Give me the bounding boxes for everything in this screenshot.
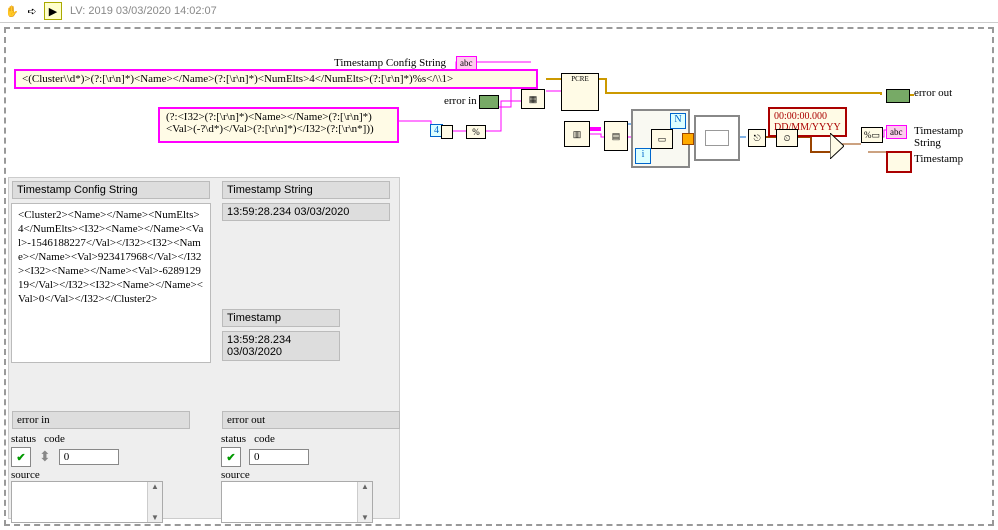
code-value-out: 0 <box>249 449 309 465</box>
loop-n-terminal: N <box>670 113 686 129</box>
ts-string-value: 13:59:28.234 03/03/2020 <box>222 203 390 221</box>
for-loop: N i ▭ <box>631 109 690 168</box>
ts-label: Timestamp <box>914 153 963 165</box>
ts-string-label: Timestamp String <box>914 125 992 149</box>
window-title: LV: 2019 03/03/2020 14:02:07 <box>70 5 217 17</box>
ts-string-panel-title: Timestamp String <box>222 181 390 199</box>
error-out-terminal-icon[interactable] <box>886 89 910 103</box>
merge-errors-icon <box>830 133 844 159</box>
front-panel-area: Timestamp Config String <Cluster2><Name>… <box>8 177 400 519</box>
regex-constant-2[interactable]: (?:<I32>(?:[\r\n]*)<Name></Name>(?:[\r\n… <box>158 107 399 143</box>
timestamp-indicator-icon[interactable] <box>886 151 912 173</box>
scrollbar-out[interactable]: ▲▼ <box>357 482 372 522</box>
pcre-match-icon: PCRE <box>561 73 599 111</box>
scan-value-icon: ▭ <box>651 129 673 149</box>
cfg-string-value[interactable]: <Cluster2><Name></Name><NumElts>4</NumEl… <box>11 203 211 363</box>
code-spinner-icon[interactable]: ⬍ <box>39 449 51 466</box>
status-label-out: status <box>221 433 246 445</box>
loop-i-terminal: i <box>635 148 651 164</box>
mult-string-node-icon <box>441 125 453 139</box>
status-led-in[interactable]: ✔ <box>11 447 31 467</box>
status-led-out: ✔ <box>221 447 241 467</box>
format-string-icon: %▭ <box>861 127 883 143</box>
code-label-out: code <box>254 433 275 445</box>
code-value-in[interactable]: 0 <box>59 449 119 465</box>
string-control-icon[interactable]: abc <box>456 56 477 70</box>
source-label-in: source <box>11 469 191 481</box>
code-label: code <box>44 433 65 445</box>
run-icon[interactable]: ▶ <box>44 2 62 20</box>
error-out-panel-title: error out <box>222 411 400 429</box>
regex-constant-1[interactable]: <(Cluster\\d*)>(?:[\r\n]*)<Name></Name>(… <box>14 69 538 89</box>
arrow-icon[interactable]: ➪ <box>24 3 40 19</box>
status-label: status <box>11 433 36 445</box>
block-diagram: Timestamp Config String abc <(Cluster\\d… <box>4 27 994 526</box>
string-indicator-icon[interactable]: abc <box>886 125 907 139</box>
error-out-label: error out <box>914 87 952 99</box>
source-box-in[interactable]: ▲▼ <box>11 481 163 523</box>
error-in-label: error in <box>444 95 477 107</box>
scrollbar-in[interactable]: ▲▼ <box>147 482 162 522</box>
config-string-label: Timestamp Config String <box>334 57 446 69</box>
format-string-node-icon: % <box>466 125 486 139</box>
source-box-out: ▲▼ <box>221 481 373 523</box>
output-tunnel-icon <box>682 133 694 145</box>
error-in-terminal-icon[interactable] <box>479 95 499 109</box>
hand-tool-icon[interactable]: ✋ <box>4 3 20 19</box>
source-label-out: source <box>221 469 401 481</box>
format-datetime-icon: ⏲ <box>776 129 798 147</box>
type-cast-icon <box>694 115 740 161</box>
to-timestamp-icon: ⎋ <box>748 129 766 147</box>
build-array-icon: ▤ <box>604 121 628 151</box>
ts-value: 13:59:28.234 03/03/2020 <box>222 331 340 361</box>
ts-panel-title: Timestamp <box>222 309 340 327</box>
cfg-string-panel-title: Timestamp Config String <box>12 181 210 199</box>
match-regex-node-icon: ▥ <box>564 121 590 147</box>
error-in-panel-title: error in <box>12 411 190 429</box>
format-into-string-icon: ▦ <box>521 89 545 109</box>
